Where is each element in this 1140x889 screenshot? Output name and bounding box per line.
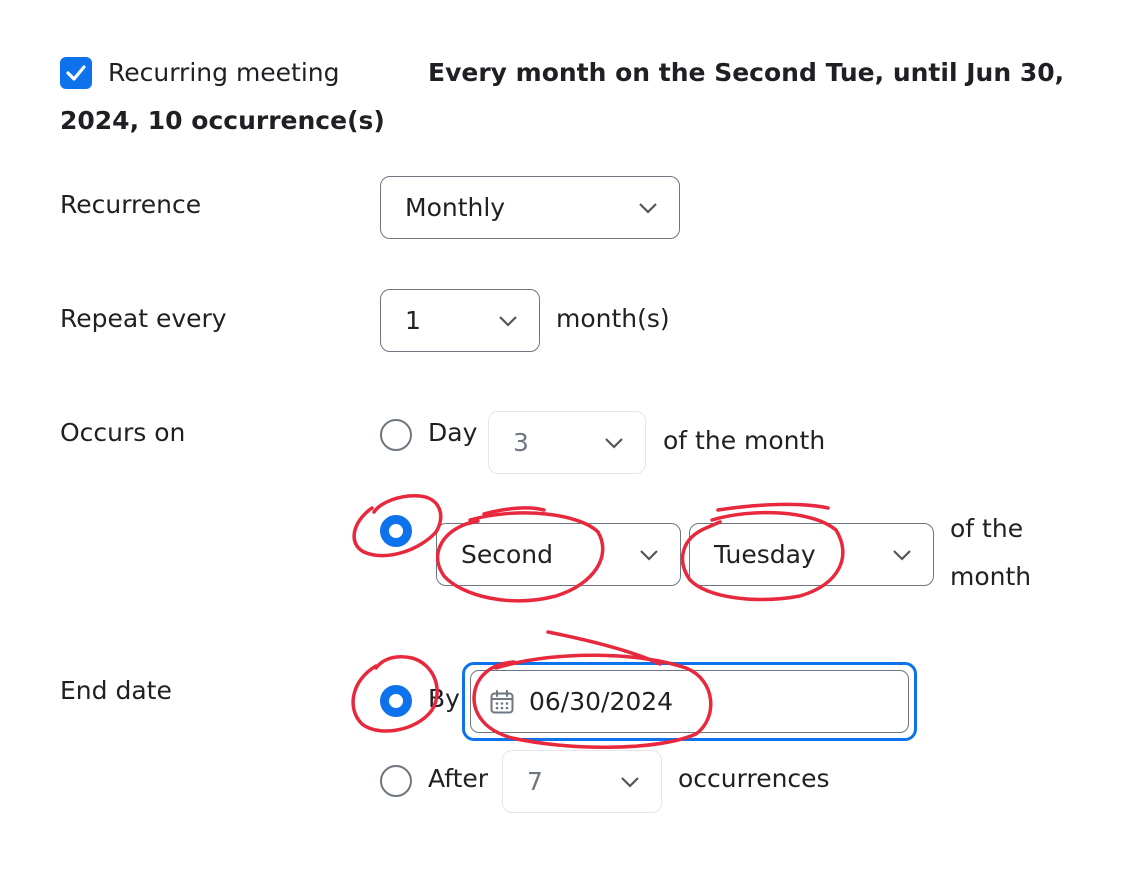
annotation-tick-tuesday xyxy=(716,502,830,512)
occurs-on-day-select[interactable]: 3 xyxy=(488,411,646,474)
chevron-down-icon xyxy=(893,549,911,561)
recurring-meeting-label: Recurring meeting xyxy=(108,58,340,87)
chevron-down-icon xyxy=(640,549,658,561)
occurs-on-weekday-radio[interactable] xyxy=(380,515,412,547)
repeat-every-label: Repeat every xyxy=(60,304,227,333)
ordinal-week-value: Second xyxy=(461,540,554,569)
occurs-on-label: Occurs on xyxy=(60,418,186,447)
weekday-select[interactable]: Tuesday xyxy=(689,523,934,586)
end-by-radio[interactable] xyxy=(380,685,412,717)
end-date-label: End date xyxy=(60,676,172,705)
chevron-down-icon xyxy=(605,437,623,449)
occurrences-value: 7 xyxy=(527,767,543,796)
recurrence-select-value: Monthly xyxy=(405,193,506,222)
calendar-icon xyxy=(490,689,514,713)
occurs-on-day-radio[interactable] xyxy=(380,419,412,451)
chevron-down-icon xyxy=(639,202,657,214)
weekday-suffix-line2: month xyxy=(950,562,1032,591)
occurs-on-day-suffix: of the month xyxy=(663,426,826,455)
occurrences-suffix: occurrences xyxy=(678,764,830,793)
annotation-tick-end-date xyxy=(546,630,662,666)
recurrence-select[interactable]: Monthly xyxy=(380,176,680,239)
end-date-input[interactable]: 06/30/2024 xyxy=(462,662,917,741)
annotation-tick-second xyxy=(482,506,546,516)
occurs-on-day-value: 3 xyxy=(513,428,529,457)
recurrence-summary: Every month on the Second Tue, until Jun… xyxy=(428,58,1065,87)
end-after-label: After xyxy=(428,764,489,793)
checkmark-icon xyxy=(66,65,86,81)
ordinal-week-select[interactable]: Second xyxy=(436,523,681,586)
end-after-radio[interactable] xyxy=(380,765,412,797)
recurring-meeting-checkbox[interactable] xyxy=(60,57,92,89)
weekday-suffix-line1: of the xyxy=(950,514,1024,543)
end-date-value: 06/30/2024 xyxy=(529,686,674,716)
occurs-on-day-label: Day xyxy=(428,418,478,447)
repeat-every-unit: month(s) xyxy=(556,304,670,333)
repeat-every-value: 1 xyxy=(405,306,421,335)
chevron-down-icon xyxy=(621,776,639,788)
end-by-label: By xyxy=(428,684,460,713)
weekday-value: Tuesday xyxy=(714,540,816,569)
recurrence-summary-continued: 2024, 10 occurrence(s) xyxy=(60,106,385,135)
repeat-every-select[interactable]: 1 xyxy=(380,289,540,352)
occurrences-select[interactable]: 7 xyxy=(502,750,662,813)
chevron-down-icon xyxy=(499,315,517,327)
recurrence-label: Recurrence xyxy=(60,190,202,219)
